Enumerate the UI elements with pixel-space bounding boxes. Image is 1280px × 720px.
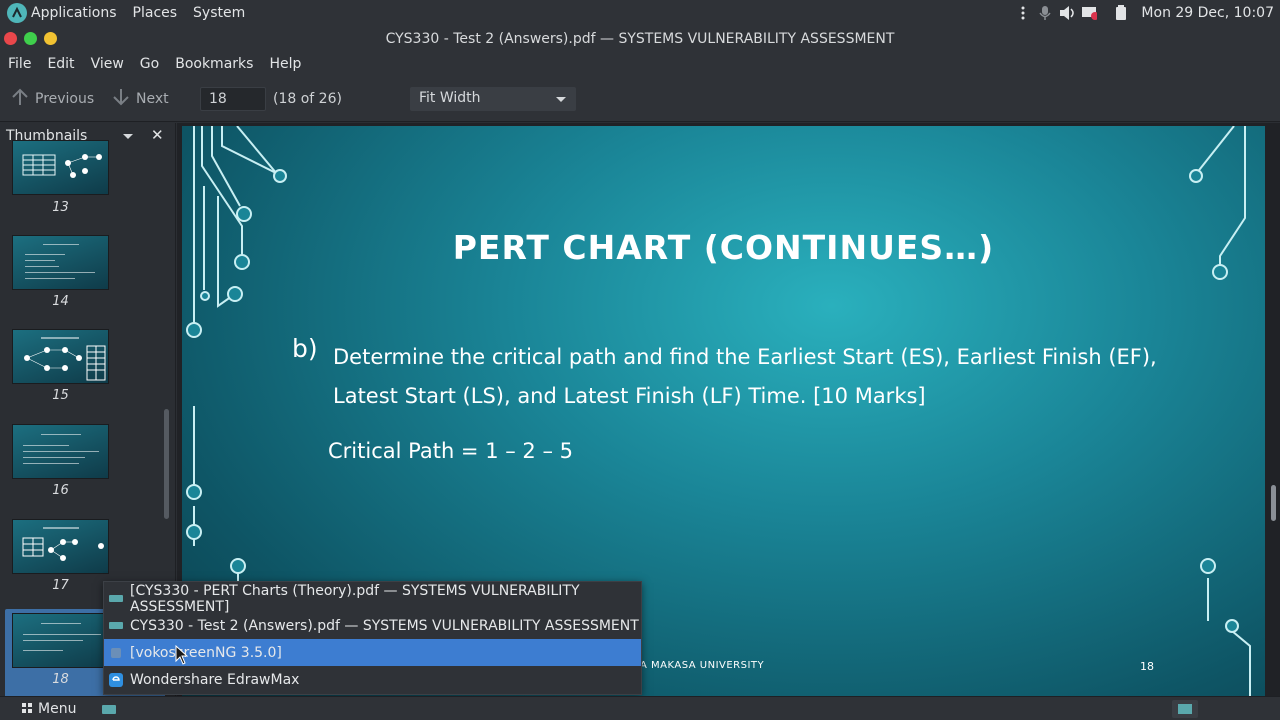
edrawmax-icon xyxy=(109,672,123,687)
thumbnail-label-17: 17 xyxy=(52,578,69,593)
more-vertical-icon[interactable] xyxy=(1015,5,1031,21)
applications-menu[interactable]: Applications xyxy=(31,5,125,21)
applications-logo-icon[interactable] xyxy=(7,3,27,23)
arrow-up-icon xyxy=(11,88,29,110)
thumbnail-page-18[interactable] xyxy=(12,613,109,668)
volume-icon[interactable] xyxy=(1059,5,1075,21)
menu-label: Menu xyxy=(38,701,77,717)
arrow-down-icon xyxy=(112,88,130,110)
question-text: Determine the critical path and find the… xyxy=(333,338,1193,416)
clock[interactable]: Mon 29 Dec, 10:07 xyxy=(1141,5,1274,21)
title-bar: CYS330 - Test 2 (Answers).pdf — SYSTEMS … xyxy=(0,26,1280,52)
thumbnail-page-14[interactable] xyxy=(12,235,109,290)
thumbnail-label-18: 18 xyxy=(52,672,69,687)
close-window-button[interactable] xyxy=(4,32,17,45)
previous-label: Previous xyxy=(35,91,95,107)
window-list-popup: [CYS330 - PERT Charts (Theory).pdf — SYS… xyxy=(103,581,642,695)
thumbnail-page-15[interactable] xyxy=(12,329,109,384)
document-scrollbar[interactable] xyxy=(1271,485,1276,521)
menubar: File Edit View Go Bookmarks Help xyxy=(0,52,1280,76)
window-item-pert-charts[interactable]: [CYS330 - PERT Charts (Theory).pdf — SYS… xyxy=(104,582,641,615)
bottom-panel: Menu xyxy=(0,696,1280,720)
slide-footer-page-number: 18 xyxy=(1140,660,1154,673)
question-marker: b) xyxy=(292,334,318,363)
system-menu[interactable]: System xyxy=(185,5,253,21)
thumbnail-label-14: 14 xyxy=(52,294,69,309)
thumbnail-page-17[interactable] xyxy=(12,519,109,574)
show-desktop-button[interactable] xyxy=(1172,700,1198,718)
window-item-label: [CYS330 - PERT Charts (Theory).pdf — SYS… xyxy=(130,582,580,615)
thumbnail-page-16[interactable] xyxy=(12,424,109,479)
thumbnail-page-13[interactable] xyxy=(12,140,109,195)
desktop-icon xyxy=(1178,704,1192,714)
sidebar-close-icon[interactable]: ✕ xyxy=(151,126,164,144)
page-count: (18 of 26) xyxy=(273,91,342,107)
page-number-input[interactable] xyxy=(200,87,266,111)
thumbnail-13-content xyxy=(22,154,102,178)
screen-recorder-icon[interactable] xyxy=(1081,5,1098,21)
menu-edit[interactable]: Edit xyxy=(39,56,82,72)
menu-go[interactable]: Go xyxy=(132,56,167,72)
chevron-down-icon xyxy=(556,97,566,102)
taskbar-document-viewer-icon[interactable] xyxy=(102,702,116,716)
menu-bookmarks[interactable]: Bookmarks xyxy=(167,56,261,72)
clipboard-icon[interactable] xyxy=(1113,5,1129,21)
window-item-label: Wondershare EdrawMax xyxy=(130,671,300,688)
zoom-select[interactable]: Fit Width xyxy=(410,87,576,111)
window-item-label: [vokoscreenNG 3.5.0] xyxy=(130,644,282,661)
mouse-cursor-icon xyxy=(175,644,189,665)
grid-icon xyxy=(22,701,32,717)
thumbnail-15-content xyxy=(24,337,106,381)
top-panel: Applications Places System Mon 29 Dec, 1… xyxy=(0,0,1280,26)
vokoscreen-icon xyxy=(109,646,123,660)
menu-help[interactable]: Help xyxy=(261,56,309,72)
maximize-window-button[interactable] xyxy=(24,32,37,45)
menu-view[interactable]: View xyxy=(83,56,132,72)
system-tray: Mon 29 Dec, 10:07 xyxy=(1015,0,1280,26)
previous-page-button[interactable]: Previous xyxy=(11,88,94,110)
thumbnail-label-16: 16 xyxy=(52,483,69,498)
critical-path-answer: Critical Path = 1 – 2 – 5 xyxy=(328,439,573,463)
slide-footer-university: A MAKASA UNIVERSITY xyxy=(640,660,765,671)
toolbar: Previous Next (18 of 26) Fit Width xyxy=(0,76,1280,122)
window-title: CYS330 - Test 2 (Answers).pdf — SYSTEMS … xyxy=(385,31,895,47)
sidebar-scrollbar[interactable] xyxy=(164,409,169,519)
minimize-window-button[interactable] xyxy=(44,32,57,45)
document-viewer-icon xyxy=(109,619,123,633)
places-menu[interactable]: Places xyxy=(125,5,186,21)
question-line-2: Latest Start (LS), and Latest Finish (LF… xyxy=(333,384,926,408)
microphone-icon[interactable] xyxy=(1037,5,1053,21)
next-label: Next xyxy=(136,91,169,107)
window-item-test2-answers[interactable]: CYS330 - Test 2 (Answers).pdf — SYSTEMS … xyxy=(104,612,641,639)
menu-file[interactable]: File xyxy=(0,56,39,72)
window-item-label: CYS330 - Test 2 (Answers).pdf — SYSTEMS … xyxy=(130,617,639,634)
question-line-1: Determine the critical path and find the… xyxy=(333,345,1157,369)
sidebar-dropdown-icon[interactable] xyxy=(123,134,133,139)
zoom-value: Fit Width xyxy=(419,90,481,106)
next-page-button[interactable]: Next xyxy=(112,88,169,110)
main-menu-button[interactable]: Menu xyxy=(22,701,76,717)
thumbnail-label-13: 13 xyxy=(52,200,69,215)
thumbnail-17-content xyxy=(22,527,104,561)
window-item-edrawmax[interactable]: Wondershare EdrawMax xyxy=(104,666,641,693)
document-viewer-icon xyxy=(109,592,123,606)
slide-title: PERT CHART (CONTINUES…) xyxy=(452,228,995,267)
thumbnail-label-15: 15 xyxy=(52,388,69,403)
